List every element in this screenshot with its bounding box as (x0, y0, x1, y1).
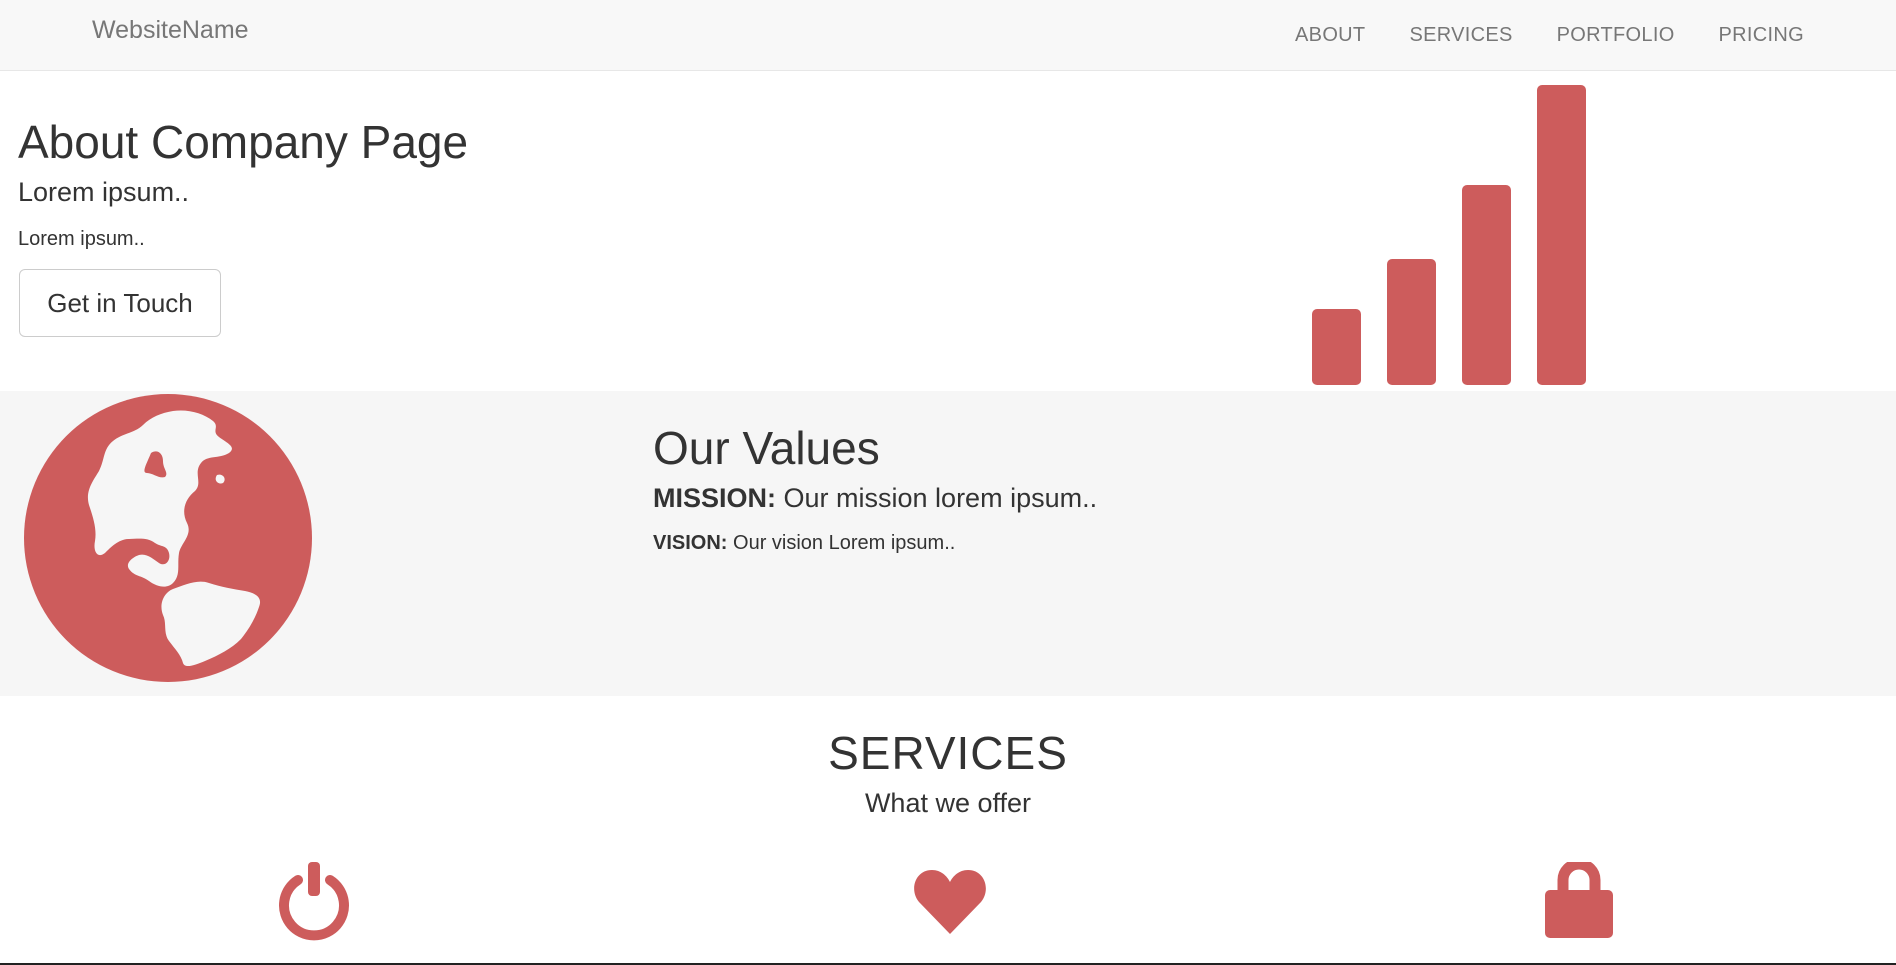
get-in-touch-button[interactable]: Get in Touch (19, 269, 221, 337)
values-section: Our Values MISSION: Our mission lorem ip… (0, 391, 1896, 696)
page-title: About Company Page (18, 116, 469, 168)
mission-text: Our mission lorem ipsum.. (776, 483, 1098, 513)
nav-link-about[interactable]: ABOUT (1273, 24, 1387, 47)
values-title: Our Values (653, 422, 880, 474)
services-section: SERVICES What we offer (0, 696, 1896, 965)
heart-icon (914, 870, 986, 934)
nav-link-services[interactable]: SERVICES (1387, 24, 1534, 47)
mission-label: MISSION: (653, 483, 777, 513)
nav-link-portfolio[interactable]: PORTFOLIO (1535, 24, 1697, 47)
mission-statement: MISSION: Our mission lorem ipsum.. (653, 483, 1097, 514)
nav-link-pricing[interactable]: PRICING (1697, 24, 1804, 47)
about-section: About Company Page Lorem ipsum.. Lorem i… (0, 71, 1896, 391)
vision-text: Our vision Lorem ipsum.. (727, 532, 956, 554)
hero-text: Lorem ipsum.. (18, 228, 145, 250)
services-subtitle: What we offer (864, 788, 1032, 818)
nav-links: ABOUT SERVICES PORTFOLIO PRICING (1273, 0, 1804, 71)
lock-icon (1545, 862, 1613, 938)
power-icon (279, 862, 349, 941)
signal-icon (1312, 85, 1586, 385)
vision-statement: VISION: Our vision Lorem ipsum.. (653, 532, 955, 555)
brand-link[interactable]: WebsiteName (92, 16, 249, 45)
hero-subtitle: Lorem ipsum.. (18, 177, 190, 207)
navbar: WebsiteName ABOUT SERVICES PORTFOLIO PRI… (0, 0, 1896, 71)
globe-icon (24, 394, 312, 682)
vision-label: VISION: (653, 532, 728, 554)
services-title: SERVICES (828, 727, 1068, 779)
